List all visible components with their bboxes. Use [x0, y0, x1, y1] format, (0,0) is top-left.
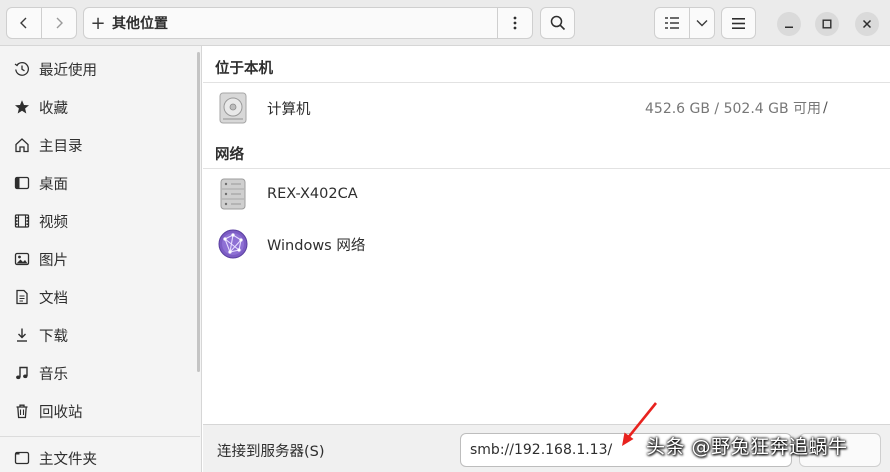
sidebar-item-label: 下载	[39, 328, 68, 345]
desktop-icon	[13, 174, 31, 192]
disk-space-info: 452.6 GB / 502.4 GB 可用	[645, 101, 822, 117]
chevron-down-icon	[696, 20, 708, 27]
sidebar-scrollbar[interactable]	[197, 52, 200, 372]
location-name: REX-X402CA	[267, 186, 358, 202]
image-icon	[13, 250, 31, 268]
folder-icon	[13, 449, 31, 467]
chevron-left-icon	[20, 17, 27, 29]
plus-icon: +	[90, 12, 106, 34]
sidebar-item-label: 最近使用	[39, 62, 97, 79]
download-icon	[13, 326, 31, 344]
list-view-button[interactable]	[654, 7, 690, 39]
sidebar-item-label: 文档	[39, 290, 68, 307]
sidebar-item-label: 主文件夹	[39, 451, 97, 468]
maximize-button[interactable]	[815, 12, 839, 36]
watermark-text: 头条 @野兔狂奔追蜗牛	[646, 436, 848, 458]
sidebar-item-starred[interactable]: 收藏	[0, 89, 200, 125]
vertical-dots-icon	[513, 16, 517, 30]
back-button[interactable]	[6, 7, 42, 39]
section-heading-network: 网络	[215, 147, 244, 163]
close-button[interactable]	[855, 12, 879, 36]
search-button[interactable]	[540, 7, 575, 39]
sidebar-item-documents[interactable]: 文档	[0, 279, 200, 315]
sidebar-item-label: 音乐	[39, 366, 68, 383]
view-options-dropdown[interactable]	[689, 7, 715, 39]
connect-to-server-label: 连接到服务器(S)	[217, 444, 325, 460]
clock-icon	[13, 60, 31, 78]
sidebar-item-label: 视频	[39, 214, 68, 231]
document-icon	[13, 288, 31, 306]
home-icon	[13, 136, 31, 154]
list-view-icon	[665, 17, 679, 29]
sidebar-item-downloads[interactable]: 下载	[0, 317, 200, 353]
other-locations-view: 位于本机 计算机 452.6 GB / 502.4 GB 可用 / 网络 REX…	[203, 46, 890, 424]
sidebar-item-label: 收藏	[39, 100, 68, 117]
sidebar-item-label: 回收站	[39, 404, 83, 421]
path-label[interactable]: 其他位置	[112, 13, 497, 33]
network-globe-icon	[218, 229, 248, 259]
sidebar-item-home-folder[interactable]: 主文件夹	[0, 440, 200, 472]
hard-drive-icon	[219, 92, 247, 124]
search-icon	[550, 15, 565, 31]
chevron-right-icon	[56, 17, 63, 29]
sidebar-item-recent[interactable]: 最近使用	[0, 51, 200, 87]
sidebar-item-trash[interactable]: 回收站	[0, 393, 200, 429]
sidebar-item-desktop[interactable]: 桌面	[0, 165, 200, 201]
maximize-icon	[822, 19, 832, 29]
main-menu-button[interactable]	[721, 7, 756, 39]
video-icon	[13, 212, 31, 230]
location-name: Windows 网络	[267, 237, 366, 254]
sidebar-item-home[interactable]: 主目录	[0, 127, 200, 163]
location-row-server[interactable]: REX-X402CA	[203, 169, 890, 219]
minimize-button[interactable]	[777, 12, 801, 36]
minimize-icon	[785, 26, 793, 28]
sidebar-divider	[0, 436, 200, 437]
server-icon	[220, 178, 246, 210]
location-row-windows-network[interactable]: Windows 网络	[203, 219, 890, 269]
location-name: 计算机	[267, 101, 311, 118]
sidebar-item-videos[interactable]: 视频	[0, 203, 200, 239]
hamburger-menu-icon	[732, 17, 745, 29]
sidebar-item-label: 桌面	[39, 176, 68, 193]
section-heading-local: 位于本机	[215, 61, 273, 77]
close-icon	[862, 19, 872, 29]
path-menu-button[interactable]	[498, 8, 532, 38]
music-icon	[13, 364, 31, 382]
sidebar-item-music[interactable]: 音乐	[0, 355, 200, 391]
sidebar: 最近使用 收藏 主目录 桌面 视频 图片 文档 下载 音乐 回收站 主文件夹	[0, 46, 202, 472]
path-bar[interactable]: + 其他位置	[83, 7, 533, 39]
mount-path: /	[823, 100, 828, 116]
sidebar-item-pictures[interactable]: 图片	[0, 241, 200, 277]
trash-icon	[13, 402, 31, 420]
sidebar-item-label: 图片	[39, 252, 68, 269]
header-bar: + 其他位置	[0, 0, 890, 46]
forward-button[interactable]	[41, 7, 77, 39]
star-icon	[13, 98, 31, 116]
location-row-computer[interactable]: 计算机 452.6 GB / 502.4 GB 可用 /	[203, 83, 890, 133]
sidebar-item-label: 主目录	[39, 138, 83, 155]
